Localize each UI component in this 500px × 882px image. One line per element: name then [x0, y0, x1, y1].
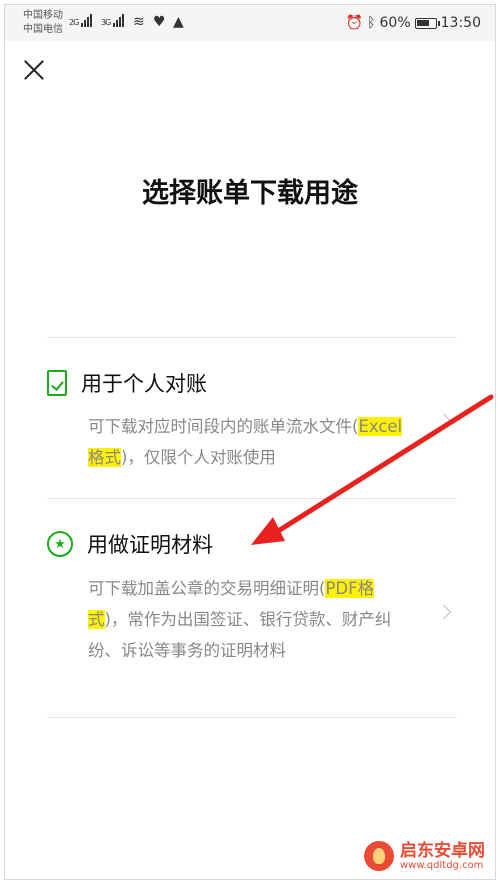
- watermark-url: www.qdltdg.com: [400, 859, 484, 871]
- annotation-arrow: [251, 394, 494, 545]
- watermark-logo-icon: [364, 841, 394, 871]
- phone-screen: 中国移动 中国电信 2G 3G ≋ ♥ ▲ ⏰ ᛒ 60% 13:50 选择账单…: [4, 4, 496, 880]
- watermark: 启东安卓网 www.qdltdg.com: [364, 841, 485, 871]
- watermark-name: 启东安卓网: [400, 840, 485, 861]
